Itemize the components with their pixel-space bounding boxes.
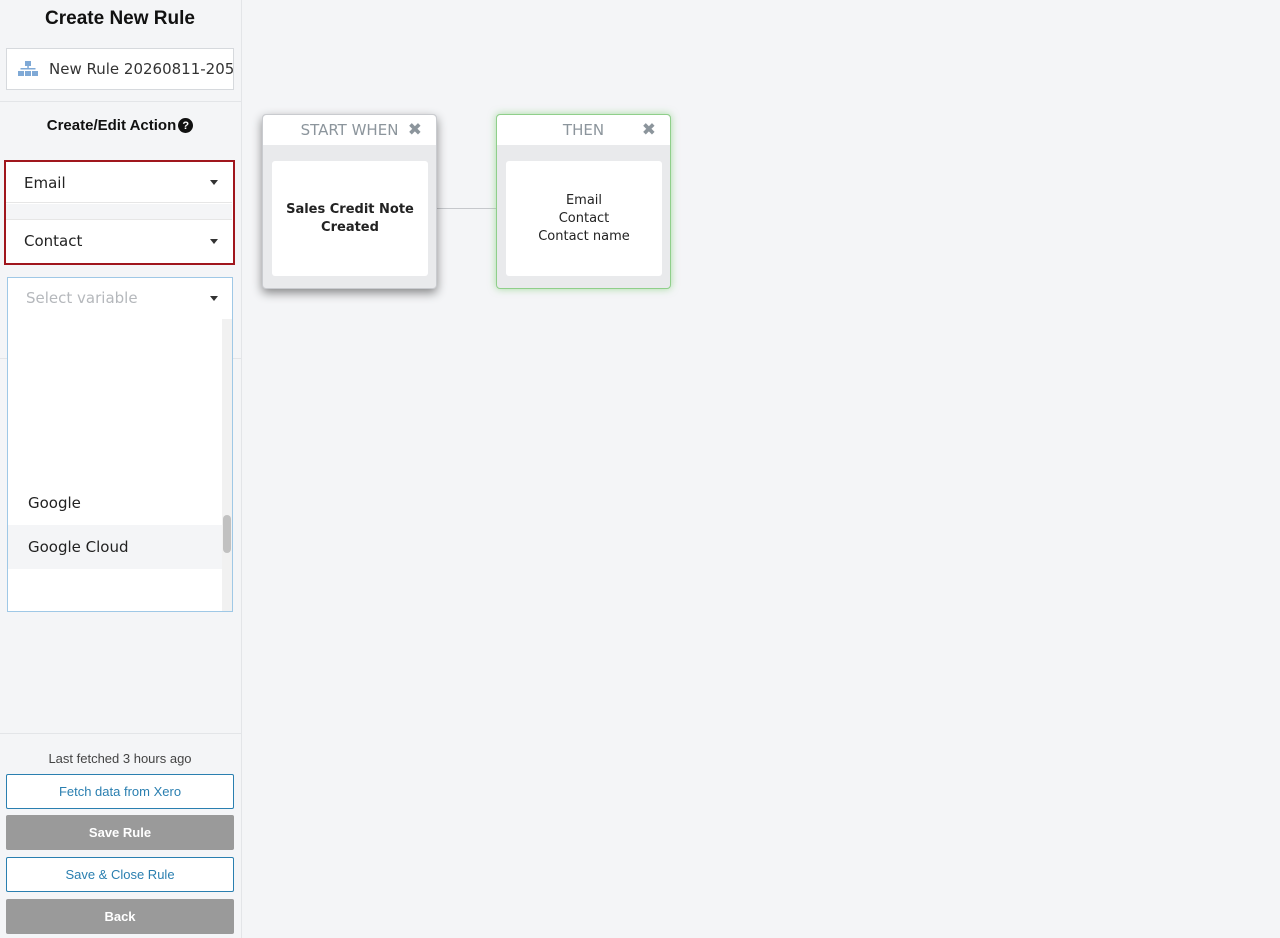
section-title: Create/Edit Action ? xyxy=(0,117,240,134)
node-line: Sales Credit Note xyxy=(286,201,414,217)
chevron-down-icon xyxy=(210,180,218,185)
node-line: Contact name xyxy=(538,228,630,244)
node-line: Created xyxy=(321,219,379,235)
last-fetched-text: Last fetched 3 hours ago xyxy=(48,751,192,766)
list-item[interactable]: Google xyxy=(8,481,222,525)
action-target-value: Contact xyxy=(24,232,83,250)
rule-name-value: New Rule 20260811-2055 xyxy=(49,60,233,78)
node-body[interactable]: Sales Credit Note Created xyxy=(272,161,428,276)
section-title-text: Create/Edit Action xyxy=(46,117,177,134)
save-rule-button[interactable]: Save Rule xyxy=(6,815,234,850)
scrollbar-thumb[interactable] xyxy=(223,515,231,553)
variable-options-list[interactable]: Google Google Cloud xyxy=(8,319,222,611)
node-body[interactable]: Email Contact Contact name xyxy=(506,161,662,276)
variable-select[interactable]: Select variable xyxy=(8,278,232,318)
chevron-down-icon xyxy=(210,295,218,301)
hierarchy-icon xyxy=(18,61,38,76)
node-connector xyxy=(437,208,496,209)
chevron-down-icon xyxy=(210,238,218,244)
action-type-value: Email xyxy=(24,173,66,192)
fetch-data-button[interactable]: Fetch data from Xero xyxy=(6,774,234,809)
close-icon[interactable]: ✖ xyxy=(408,120,422,140)
select-divider xyxy=(6,204,232,220)
variable-placeholder: Select variable xyxy=(26,289,138,307)
action-type-select[interactable]: Email xyxy=(6,163,232,203)
action-target-select[interactable]: Contact xyxy=(6,221,232,261)
node-line: Contact xyxy=(558,210,610,226)
variable-dropdown[interactable]: Select variable Google Google Cloud xyxy=(7,277,233,612)
page-title: Create New Rule xyxy=(45,8,195,29)
help-icon[interactable]: ? xyxy=(178,118,194,133)
scrollbar[interactable] xyxy=(222,319,232,611)
node-title: START WHEN xyxy=(300,121,399,139)
close-icon[interactable]: ✖ xyxy=(642,120,656,140)
start-when-node[interactable]: START WHEN ✖ Sales Credit Note Created xyxy=(262,114,437,289)
save-close-rule-button[interactable]: Save & Close Rule xyxy=(6,857,234,892)
back-button[interactable]: Back xyxy=(6,899,234,934)
then-node[interactable]: THEN ✖ Email Contact Contact name xyxy=(496,114,671,289)
node-title: THEN xyxy=(562,121,605,139)
node-line: Email xyxy=(565,192,603,208)
list-item[interactable]: Google Cloud xyxy=(8,525,222,569)
rule-name-input[interactable]: New Rule 20260811-2055 xyxy=(6,48,234,90)
